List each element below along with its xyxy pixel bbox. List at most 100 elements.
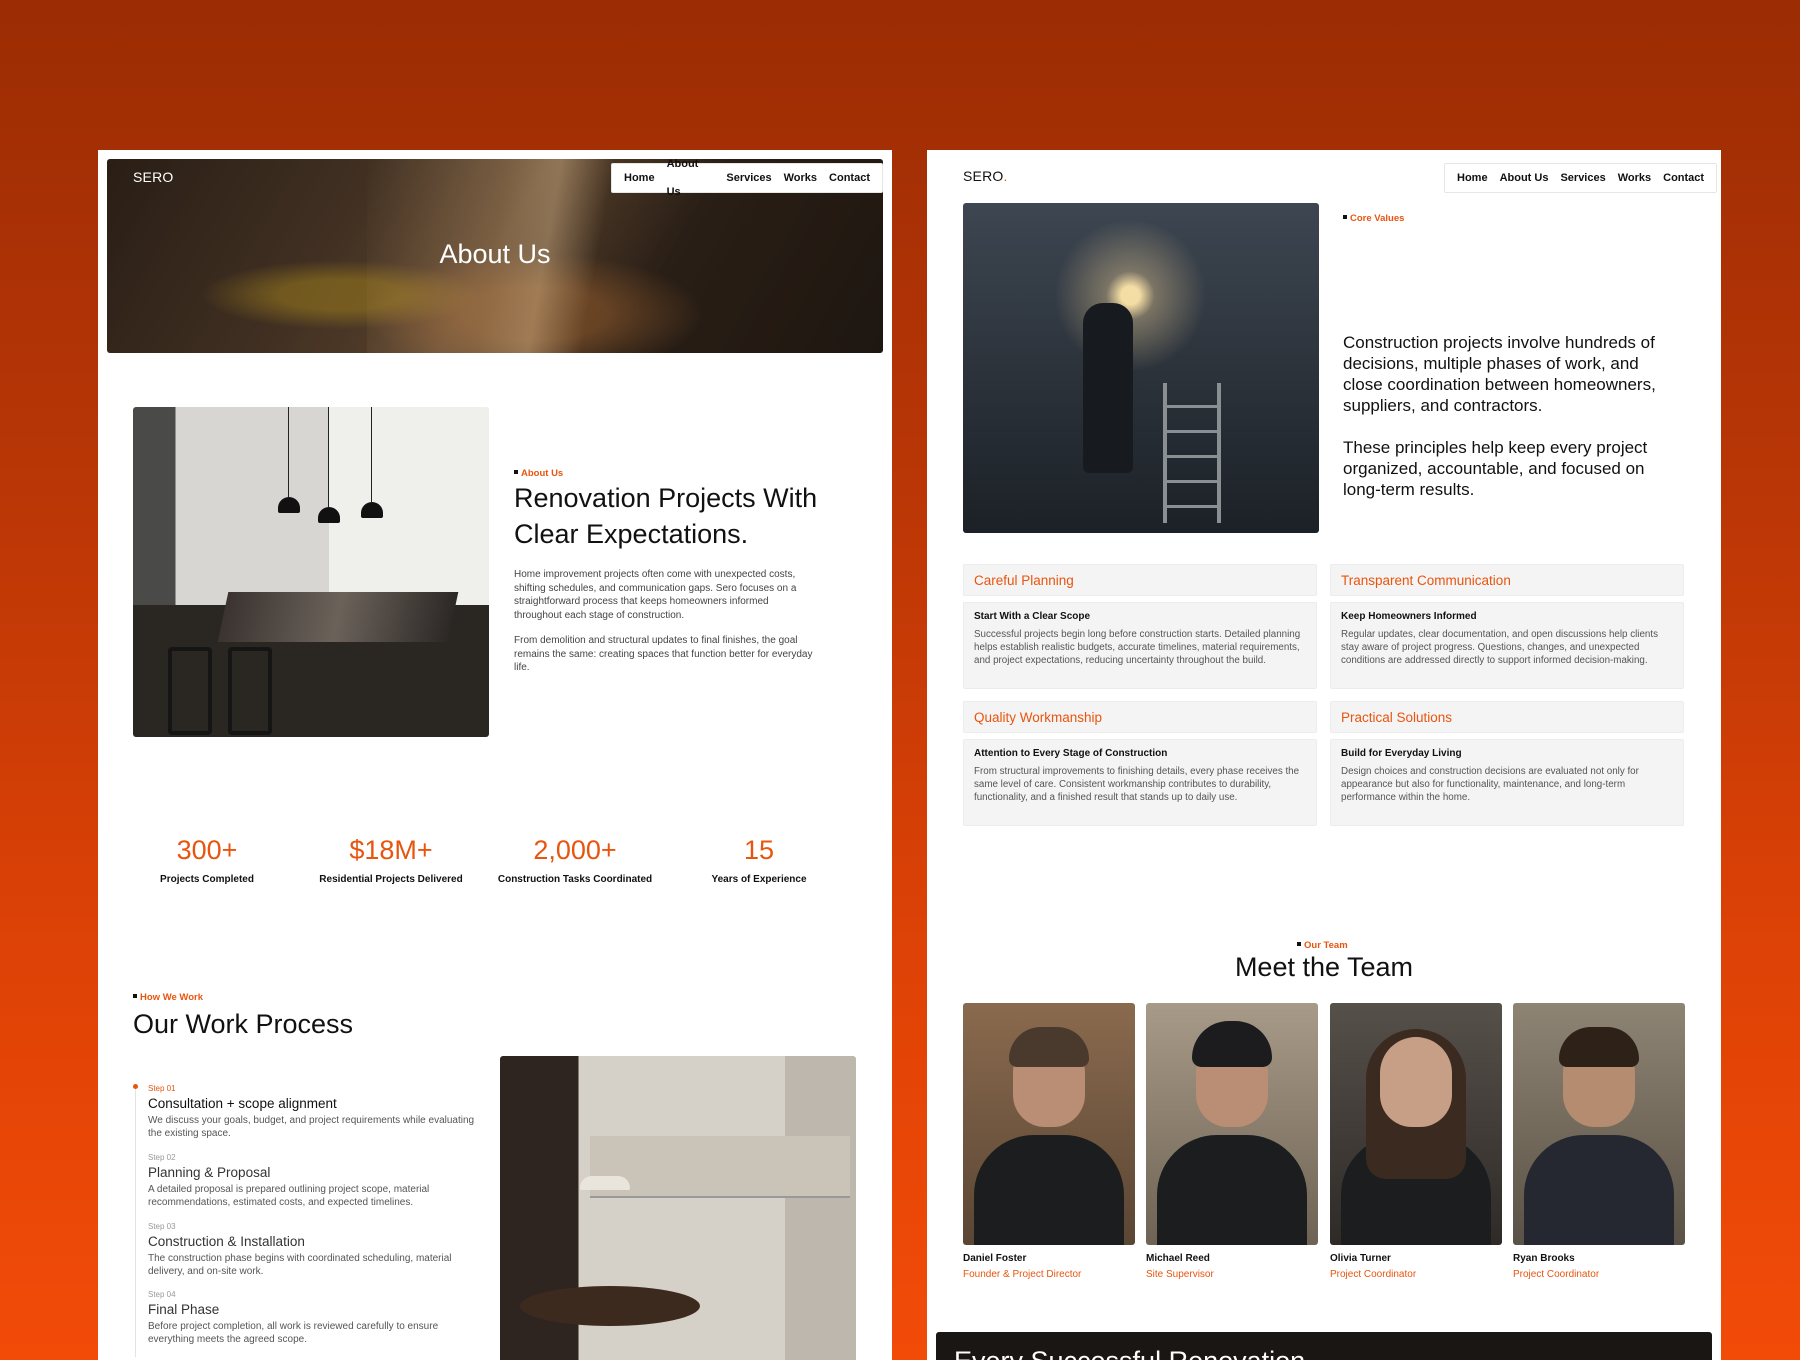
nav-works[interactable]: Works	[1612, 164, 1657, 192]
team-member-name: Ryan Brooks	[1513, 1253, 1575, 1264]
value-card-practical-solutions: Build for Everyday Living Design choices…	[1330, 739, 1684, 826]
nav-services[interactable]: Services	[1554, 164, 1611, 192]
core-values-text-2: These principles help keep every project…	[1343, 438, 1648, 499]
about-paragraph-2: From demolition and structural updates t…	[514, 635, 813, 673]
step-number: Step 02	[148, 1153, 176, 1162]
step-title: Planning & Proposal	[148, 1165, 271, 1180]
hero-banner: SERO Home About Us Services Works Contac…	[107, 159, 883, 353]
nav-contact[interactable]: Contact	[823, 164, 876, 192]
team-member-card[interactable]: Olivia Turner Project Coordinator	[1330, 1003, 1502, 1280]
stat-value: $18M+	[349, 835, 433, 865]
value-subtitle: Start With a Clear Scope	[974, 611, 1091, 622]
main-nav: Home About Us Services Works Contact	[611, 159, 883, 198]
team-member-role: Site Supervisor	[1146, 1269, 1214, 1280]
team-member-photo	[1513, 1003, 1685, 1245]
stat-label: Residential Projects Delivered	[319, 874, 463, 885]
team-member-photo	[963, 1003, 1135, 1245]
about-paragraph-1: Home improvement projects often come wit…	[514, 569, 797, 621]
step-title: Construction & Installation	[148, 1234, 305, 1249]
stat-residential-delivered: $18M+ Residential Projects Delivered	[301, 835, 481, 885]
team-member-card[interactable]: Ryan Brooks Project Coordinator	[1513, 1003, 1685, 1280]
stat-value: 15	[743, 835, 775, 865]
stat-value: 300+	[176, 835, 238, 865]
process-step-1[interactable]: Step 01 Consultation + scope alignment W…	[148, 1084, 478, 1140]
step-number: Step 04	[148, 1290, 176, 1299]
stat-label: Years of Experience	[711, 874, 807, 885]
logo[interactable]: SERO	[133, 169, 173, 185]
stat-tasks-coordinated: 2,000+ Construction Tasks Coordinated	[485, 835, 665, 885]
about-page-panel: SERO Home About Us Services Works Contac…	[98, 150, 892, 1360]
stat-label: Construction Tasks Coordinated	[497, 874, 653, 885]
team-member-role: Founder & Project Director	[963, 1269, 1082, 1280]
value-title-transparent-communication[interactable]: Transparent Communication	[1330, 564, 1684, 596]
about-title-line1: Renovation Projects With	[514, 483, 818, 513]
team-member-role: Project Coordinator	[1330, 1269, 1417, 1280]
value-subtitle: Attention to Every Stage of Construction	[974, 748, 1168, 759]
process-step-2[interactable]: Step 02 Planning & Proposal A detailed p…	[148, 1153, 478, 1209]
team-member-card[interactable]: Daniel Foster Founder & Project Director	[963, 1003, 1135, 1280]
value-subtitle: Build for Everyday Living	[1341, 748, 1462, 759]
process-title: Our Work Process	[133, 1009, 354, 1039]
team-member-name: Michael Reed	[1146, 1253, 1210, 1264]
logo-text: SERO	[963, 168, 1004, 184]
team-member-photo	[1330, 1003, 1502, 1245]
construction-worker-photo	[963, 203, 1319, 533]
hero-title: About Us	[439, 239, 551, 269]
step-description: The construction phase begins with coord…	[148, 1253, 452, 1277]
value-description: Design choices and construction decision…	[1341, 766, 1639, 803]
team-member-name: Daniel Foster	[963, 1253, 1027, 1264]
nav-about-us[interactable]: About Us	[1494, 164, 1555, 192]
team-title: Meet the Team	[1234, 952, 1414, 982]
value-subtitle: Keep Homeowners Informed	[1341, 611, 1477, 622]
nav-about-us[interactable]: About Us	[661, 159, 721, 206]
logo-dot: .	[1003, 168, 1008, 184]
nav-home[interactable]: Home	[1451, 164, 1494, 192]
kitchen-photo	[133, 407, 489, 737]
cta-banner: Every Successful Renovation	[936, 1332, 1712, 1360]
process-step-3[interactable]: Step 03 Construction & Installation The …	[148, 1222, 478, 1278]
step-title: Consultation + scope alignment	[148, 1096, 337, 1111]
value-description: Regular updates, clear documentation, an…	[1341, 629, 1658, 666]
step-number: Step 03	[148, 1222, 176, 1231]
values-team-page-panel: SERO. Home About Us Services Works Conta…	[927, 150, 1721, 1360]
active-step-marker	[133, 1084, 138, 1089]
nav-works[interactable]: Works	[778, 164, 823, 192]
stat-projects-completed: 300+ Projects Completed	[117, 835, 297, 885]
stat-label: Projects Completed	[160, 874, 254, 885]
interior-photo	[500, 1056, 856, 1360]
value-card-quality-workmanship: Attention to Every Stage of Construction…	[963, 739, 1317, 826]
step-number: Step 01	[148, 1084, 176, 1093]
process-eyebrow: How We Work	[133, 992, 203, 1003]
core-values-eyebrow: Core Values	[1343, 213, 1404, 224]
team-member-card[interactable]: Michael Reed Site Supervisor	[1146, 1003, 1318, 1280]
stat-value: 2,000+	[533, 835, 617, 865]
stat-years-experience: 15 Years of Experience	[669, 835, 849, 885]
process-step-4[interactable]: Step 04 Final Phase Before project compl…	[148, 1290, 478, 1346]
cta-banner-title: Every Successful Renovation	[954, 1346, 1305, 1360]
step-description: Before project completion, all work is r…	[148, 1321, 439, 1345]
core-values-text-1: Construction projects involve hundreds o…	[1343, 333, 1656, 415]
value-title-practical-solutions[interactable]: Practical Solutions	[1330, 701, 1684, 733]
nav-contact[interactable]: Contact	[1657, 164, 1710, 192]
steps-timeline	[135, 1087, 136, 1357]
team-member-photo	[1146, 1003, 1318, 1245]
team-eyebrow: Our Team	[1297, 940, 1348, 951]
main-nav: Home About Us Services Works Contact	[1444, 163, 1718, 193]
nav-home[interactable]: Home	[618, 164, 661, 192]
value-card-transparent-communication: Keep Homeowners Informed Regular updates…	[1330, 602, 1684, 689]
core-values-intro: Construction projects involve hundreds o…	[1343, 332, 1673, 521]
value-description: Successful projects begin long before co…	[974, 629, 1301, 666]
about-title-line2: Clear Expectations.	[514, 519, 749, 549]
logo[interactable]: SERO.	[963, 168, 1008, 184]
step-description: We discuss your goals, budget, and proje…	[148, 1115, 475, 1139]
value-description: From structural improvements to finishin…	[974, 766, 1300, 803]
step-description: A detailed proposal is prepared outlinin…	[148, 1184, 430, 1208]
step-title: Final Phase	[148, 1302, 220, 1317]
team-member-role: Project Coordinator	[1513, 1269, 1600, 1280]
value-title-careful-planning[interactable]: Careful Planning	[963, 564, 1317, 596]
nav-services[interactable]: Services	[720, 164, 777, 192]
team-member-name: Olivia Turner	[1330, 1253, 1391, 1264]
about-eyebrow: About Us	[514, 468, 563, 479]
value-card-careful-planning: Start With a Clear Scope Successful proj…	[963, 602, 1317, 689]
value-title-quality-workmanship[interactable]: Quality Workmanship	[963, 701, 1317, 733]
